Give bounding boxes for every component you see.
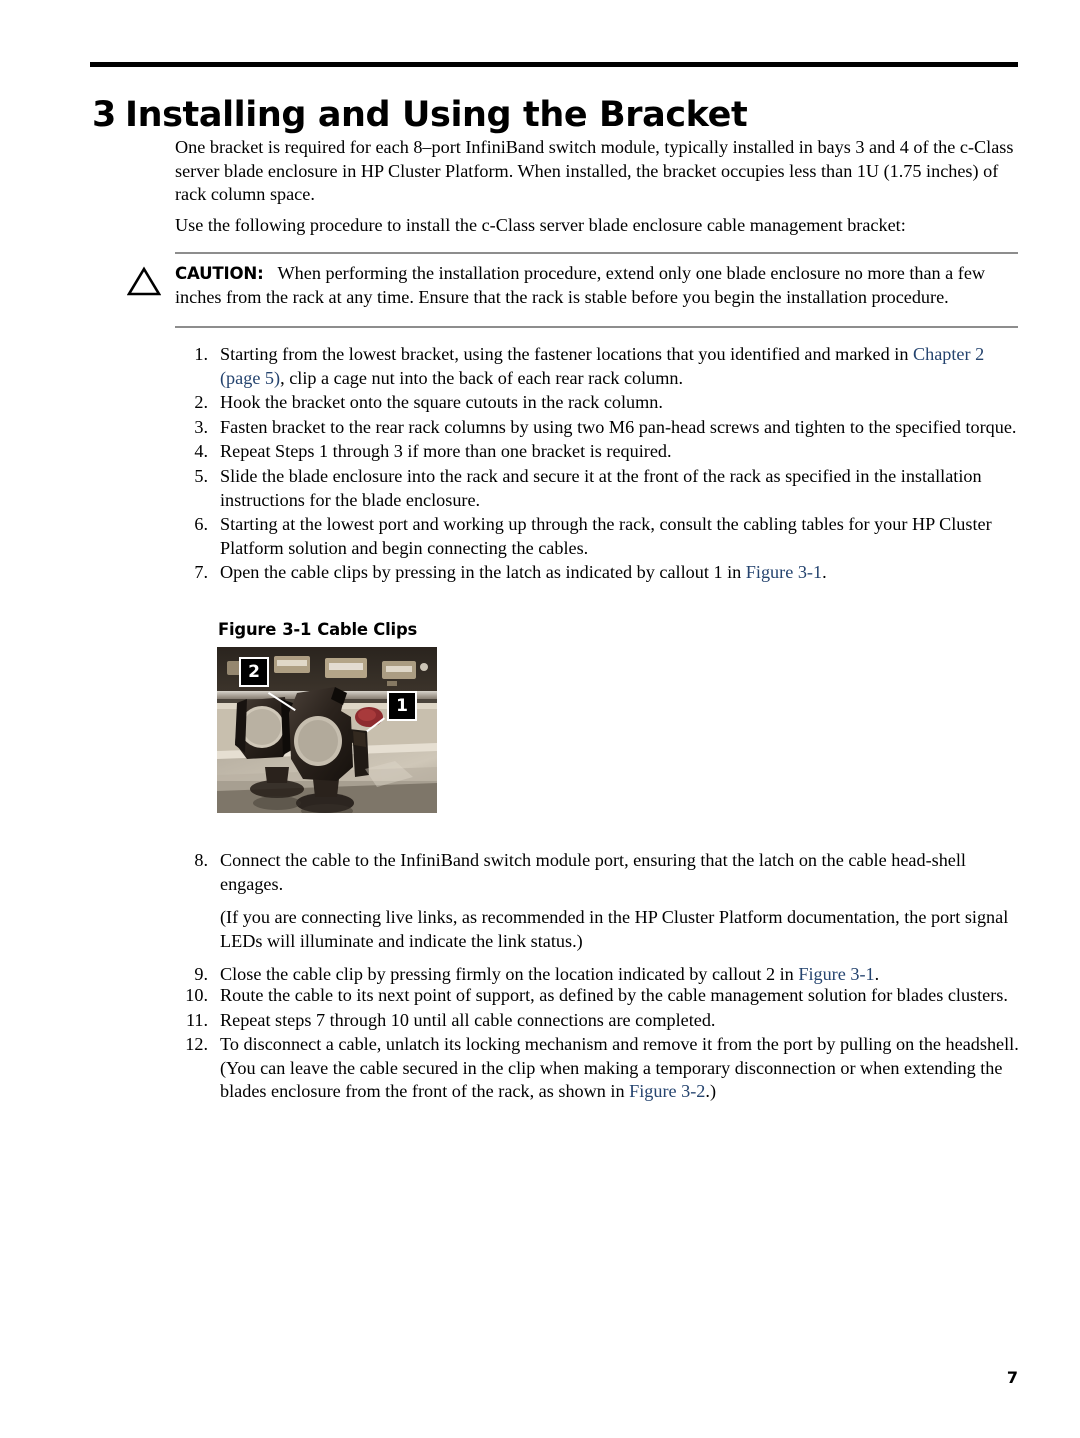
procedure-list-part-1: 1. Starting from the lowest bracket, usi… [175,343,1020,586]
list-item: 8. Connect the cable to the InfiniBand s… [175,849,1020,953]
step-text: Route the cable to its next point of sup… [220,985,1008,1005]
step-text: Hook the bracket onto the square cutouts… [220,392,663,413]
figure-3-1: Figure 3-1 Cable Clips 2 1 [217,620,437,813]
chapter-heading-rule [90,62,1018,67]
step-marker: 7. [194,562,208,583]
caution-admonition: CAUTION: When performing the installation… [126,252,1018,328]
step-text: Close the cable clip by pressing firmly … [220,964,799,985]
chapter-title-text: Installing and Using the Bracket [124,95,748,136]
list-item: 2. Hook the bracket onto the square cuto… [175,391,1020,415]
list-item: 10. Route the cable to its next point of… [175,984,1020,1008]
step-marker: 12. [185,1034,208,1055]
step-text: Open the cable clips by pressing in the … [220,562,746,583]
list-item: 12. To disconnect a cable, unlatch its l… [175,1033,1020,1104]
list-item: 6. Starting at the lowest port and worki… [175,513,1020,560]
list-item: 5. Slide the blade enclosure into the ra… [175,465,1020,512]
figure-image: 2 1 [217,647,437,813]
caution-label: CAUTION: [175,264,264,283]
list-item: 7. Open the cable clips by pressing in t… [175,561,1020,585]
step-text: Starting at the lowest port and working … [220,514,992,558]
step-marker: 11. [185,1009,208,1030]
caution-text: When performing the installation procedu… [175,263,986,307]
figure-caption-title: Cable Clips [317,620,418,639]
step-marker: 1. [194,344,208,364]
figure-caption-number: 3-1 [282,620,312,639]
cross-reference-link[interactable]: Figure 3-1 [798,964,874,984]
step-marker: 2. [194,392,208,413]
step-text: Connect the cable to the InfiniBand swit… [220,850,966,894]
list-item: 11. Repeat steps 7 through 10 until all … [175,1009,1020,1033]
cross-reference-link[interactable]: Figure 3-2 [629,1081,705,1101]
caution-bottom-rule [175,326,1018,328]
page-title: 3 Installing and Using the Bracket [92,95,1022,135]
list-item: 3. Fasten bracket to the rear rack colum… [175,416,1020,440]
warning-triangle-icon [126,266,162,296]
intro-paragraph-1: One bracket is required for each 8–port … [175,137,1014,205]
procedure-list-part-3: 10. Route the cable to its next point of… [175,984,1020,1105]
callout-1: 1 [387,691,417,721]
page-number: 7 [1006,1368,1018,1387]
chapter-number: 3 [92,95,116,136]
intro-paragraph-2: Use the following procedure to install t… [175,214,906,235]
step-text: Repeat steps 7 through 10 until all cabl… [220,1009,716,1030]
step-text: To disconnect a cable, unlatch its locki… [220,1034,1019,1102]
cross-reference-link[interactable]: Figure 3-1 [746,562,822,582]
callout-2: 2 [239,657,269,687]
figure-caption: Figure 3-1 Cable Clips [218,620,437,639]
step-text-tail: .) [705,1081,716,1102]
document-page: 3 Installing and Using the Bracket One br… [0,0,1080,1438]
step-marker: 3. [194,416,208,437]
procedure-list-part-2: 8. Connect the cable to the InfiniBand s… [175,849,1020,988]
step-text-tail: . [822,562,827,583]
step-marker: 8. [194,850,208,870]
step-text-tail: , clip a cage nut into the back of each … [280,367,684,388]
step-text: Slide the blade enclosure into the rack … [220,465,982,510]
step-marker: 6. [194,514,208,535]
caution-body: CAUTION: When performing the installation… [175,262,1018,309]
step-subparagraph: (If you are connecting live links, as re… [220,907,1009,951]
step-marker: 4. [194,441,208,462]
step-marker: 5. [194,465,208,486]
step-text-tail: . [874,964,880,985]
introduction-section: One bracket is required for each 8–port … [175,136,1018,244]
step-text: Starting from the lowest bracket, using … [220,344,913,364]
step-text: Fasten bracket to the rear rack columns … [220,416,1017,437]
figure-caption-label: Figure [218,620,277,639]
list-item: 1. Starting from the lowest bracket, usi… [175,343,1020,390]
step-marker: 10. [185,985,208,1005]
list-item: 4. Repeat Steps 1 through 3 if more than… [175,440,1020,464]
step-text: Repeat Steps 1 through 3 if more than on… [220,441,672,462]
